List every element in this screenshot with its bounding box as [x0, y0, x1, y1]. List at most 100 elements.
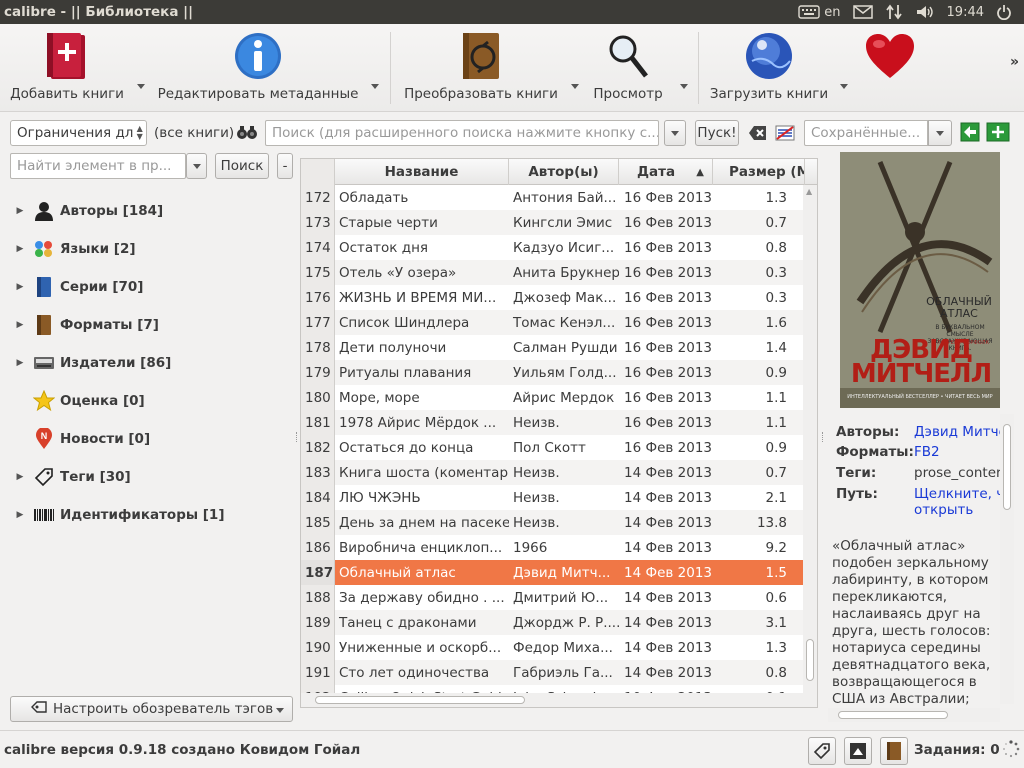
mail-icon[interactable]: [852, 5, 873, 19]
table-row[interactable]: 183 Книга шоста (коментар) Неизв. 14 Фев 20…: [301, 460, 805, 485]
tag-browser-item[interactable]: ▶ Идентификаторы [1]: [10, 496, 290, 534]
expand-arrow-icon[interactable]: ▶: [10, 244, 30, 254]
clock[interactable]: 19:44: [947, 5, 984, 20]
tag-find-dropdown[interactable]: [186, 153, 207, 179]
fetch-news-button[interactable]: Загрузить книги: [710, 28, 828, 108]
tag-icon-small: [31, 700, 47, 718]
table-row[interactable]: 184 ЛЮ ЧЖЭНЬ Неизв. 14 Фев 2013 2.1: [301, 485, 805, 510]
expand-arrow-icon[interactable]: ▶: [10, 472, 30, 482]
add-books-button[interactable]: Добавить книги: [10, 28, 124, 108]
highlight-toggle-icon[interactable]: [775, 124, 795, 146]
book-details-button[interactable]: [880, 737, 908, 765]
details-hscrollbar[interactable]: [828, 708, 1000, 722]
tag-browser-item[interactable]: ▶ Теги [30]: [10, 458, 290, 496]
configure-tag-browser-button[interactable]: Настроить обозреватель тэгов: [10, 696, 293, 722]
tag-browser-item[interactable]: ▶ Форматы [7]: [10, 306, 290, 344]
table-row[interactable]: 181 1978 Айрис Мёрдок ... Неизв. 16 Фев 201…: [301, 410, 805, 435]
version-text: calibre версия 0.9.18 создано Ковидом Го…: [4, 742, 361, 758]
table-row[interactable]: 188 За державу обидно . ... Дмитрий Ю... 14…: [301, 585, 805, 610]
splitter-handle-2[interactable]: [822, 432, 825, 442]
details-vscrollbar[interactable]: [1000, 414, 1014, 704]
table-row[interactable]: 175 Отель «У озера» Анита Брукнер 16 Фев 20…: [301, 260, 805, 285]
expand-arrow-icon[interactable]: ▶: [10, 358, 30, 368]
add-books-dropdown[interactable]: [137, 84, 145, 89]
fetch-news-dropdown[interactable]: [840, 84, 848, 89]
table-row-selected[interactable]: 187 Облачный атлас Дэвид Митч... 14 Фев 201…: [301, 560, 805, 585]
tag-browser-item[interactable]: ▶ Языки [2]: [10, 230, 290, 268]
table-row[interactable]: 186 Виробнича енциклоп... 1966 14 Фев 2013 9…: [301, 535, 805, 560]
tag-browser-item[interactable]: N Новости [0]: [10, 420, 290, 458]
table-row[interactable]: 177 Список Шиндлера Томас Кенэл... 16 Фев 2…: [301, 310, 805, 335]
table-row[interactable]: 191 Сто лет одиночества Габриэль Га... 14 Ф…: [301, 660, 805, 685]
table-row[interactable]: 172 Обладать Антония Бай... 16 Фев 2013 1.3: [301, 185, 805, 210]
details-vscroll-thumb[interactable]: [1003, 424, 1011, 510]
table-row[interactable]: 179 Ритуалы плавания Уильям Голд... 16 Фев …: [301, 360, 805, 385]
view-button[interactable]: Просмотр: [590, 28, 666, 108]
formats-link[interactable]: FB2: [914, 444, 940, 460]
tag-find-input[interactable]: Найти элемент в пр...: [10, 153, 186, 179]
table-row[interactable]: 182 Остаться до конца Пол Скотт 16 Фев 2013…: [301, 435, 805, 460]
table-hscrollbar[interactable]: [301, 693, 817, 707]
volume-icon[interactable]: [915, 4, 935, 20]
expand-arrow-icon[interactable]: ▶: [10, 510, 30, 520]
size-cell: 1.5: [765, 564, 787, 581]
clear-search-icon[interactable]: [748, 124, 768, 146]
column-title-header[interactable]: Название: [335, 159, 509, 185]
column-author-header[interactable]: Автор(ы): [509, 159, 619, 185]
convert-icon: [461, 28, 501, 84]
tag-manage-button[interactable]: [808, 737, 836, 765]
authors-link[interactable]: Дэвид Митче: [914, 424, 1007, 440]
tag-browser-item[interactable]: ▶ Издатели [86]: [10, 344, 290, 382]
restriction-combo[interactable]: Ограничения дл ▲ ▼: [10, 120, 147, 146]
save-search-icon[interactable]: [960, 122, 980, 146]
jobs-indicator[interactable]: Задания: 0: [914, 742, 1000, 758]
edit-metadata-button[interactable]: Редактировать метаданные: [158, 28, 358, 108]
row-number-cell: 176: [301, 285, 335, 310]
more-tools-button[interactable]: »: [1010, 54, 1019, 70]
view-dropdown[interactable]: [680, 84, 688, 89]
tag-browser-item[interactable]: ▶ Серии [70]: [10, 268, 290, 306]
tag-browser-item[interactable]: Оценка [0]: [10, 382, 290, 420]
cover-grid-button[interactable]: [844, 737, 872, 765]
table-row[interactable]: 185 День за днем на пасеке Неизв. 14 Фев 20…: [301, 510, 805, 535]
scroll-up-icon[interactable]: ▲: [806, 187, 812, 196]
edit-metadata-dropdown[interactable]: [371, 84, 379, 89]
table-row[interactable]: 174 Остаток дня Кадзуо Исиг... 16 Фев 2013 0…: [301, 235, 805, 260]
tag-collapse-button[interactable]: -: [277, 153, 293, 179]
saved-search-input[interactable]: Сохранённые...: [804, 120, 928, 146]
network-icon[interactable]: [885, 4, 903, 20]
table-row[interactable]: 178 Дети полуночи Салман Рушди 16 Фев 2013 1…: [301, 335, 805, 360]
keyboard-icon[interactable]: [798, 5, 820, 19]
table-row[interactable]: 176 ЖИЗНЬ И ВРЕМЯ МИ... Джозеф Мак... 16 Фе…: [301, 285, 805, 310]
tags-value[interactable]: prose_conter: [914, 465, 1002, 481]
path-link[interactable]: Щелкните, ч открыть: [914, 486, 1004, 518]
search-input[interactable]: Поиск (для расширенного поиска нажмите к…: [265, 120, 659, 146]
expand-arrow-icon[interactable]: ▶: [10, 282, 30, 292]
expand-arrow-icon[interactable]: ▶: [10, 320, 30, 330]
lang-indicator[interactable]: en: [824, 5, 840, 20]
saved-search-dropdown[interactable]: [928, 120, 952, 146]
table-row[interactable]: 180 Море, море Айрис Мердок 16 Фев 2013 1.1: [301, 385, 805, 410]
tag-browser-item[interactable]: ▶ Авторы [184]: [10, 192, 290, 230]
search-go-button[interactable]: Пуск!: [695, 120, 739, 146]
donate-button[interactable]: [860, 28, 920, 108]
search-history-dropdown[interactable]: [664, 120, 686, 146]
table-hscroll-thumb[interactable]: [315, 696, 525, 704]
column-size-header[interactable]: Размер (М: [713, 159, 805, 185]
table-vscrollbar[interactable]: ▲: [803, 185, 817, 695]
details-hscroll-thumb[interactable]: [838, 711, 948, 719]
add-search-icon[interactable]: [986, 122, 1012, 146]
tag-find-button[interactable]: Поиск: [215, 153, 269, 179]
convert-dropdown[interactable]: [571, 84, 579, 89]
table-row[interactable]: 173 Старые черти Кингсли Эмис 16 Фев 2013 0.…: [301, 210, 805, 235]
table-row[interactable]: 190 Униженные и оскорб... Федор Миха... 14 …: [301, 635, 805, 660]
column-date-header[interactable]: Дата ▲: [619, 159, 713, 185]
binoculars-icon[interactable]: [236, 122, 258, 146]
book-cover[interactable]: ОБЛАЧНЫЙ АТЛАС В БУКВАЛЬНОМ СМЫСЛЕ ЗАВОР…: [840, 152, 1000, 408]
convert-books-button[interactable]: Преобразовать книги: [404, 28, 558, 108]
splitter-handle[interactable]: [296, 432, 299, 442]
power-icon[interactable]: [996, 4, 1012, 20]
table-vscroll-thumb[interactable]: [806, 639, 814, 681]
table-row[interactable]: 189 Танец с драконами Джордж Р. Р.... 14 Фе…: [301, 610, 805, 635]
expand-arrow-icon[interactable]: ▶: [10, 206, 30, 216]
